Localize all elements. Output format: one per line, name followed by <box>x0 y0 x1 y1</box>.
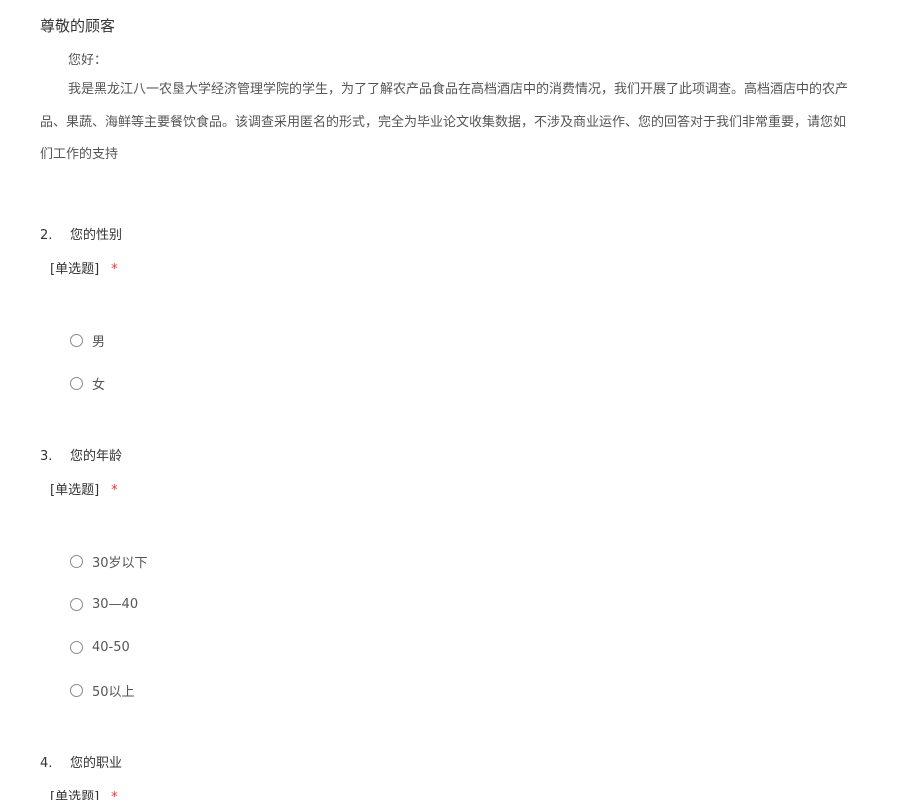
option-label: 女 <box>92 377 106 393</box>
question-type: [单选题] * <box>50 788 118 800</box>
radio-button[interactable] <box>70 683 83 697</box>
question-title: 3. 您的年龄 <box>40 447 122 467</box>
option-age-under-30[interactable]: 30岁以下 <box>70 551 148 571</box>
intro-line-2: 品、果蔬、海鲜等主要餐饮食品。该调查采用匿名的形式，完全为毕业论文收集数据，不涉… <box>40 115 847 130</box>
intro-hello: 您好： <box>68 53 108 68</box>
option-label: 30—40 <box>92 596 139 612</box>
question-number: 3. <box>40 449 53 464</box>
required-mark: * <box>111 262 118 277</box>
option-age-over-50[interactable]: 50以上 <box>70 680 135 700</box>
question-type-label: [单选题] <box>50 790 100 800</box>
intro-line-3: 们工作的支持 <box>40 147 119 162</box>
question-text: 您的职业 <box>70 756 123 771</box>
question-type: [单选题] * <box>50 481 118 501</box>
required-mark: * <box>111 790 118 800</box>
question-title: 4. 您的职业 <box>40 754 122 774</box>
question-type-label: [单选题] <box>50 483 100 498</box>
radio-button[interactable] <box>70 597 83 611</box>
option-age-40-50[interactable]: 40-50 <box>70 637 130 657</box>
radio-button[interactable] <box>70 376 83 390</box>
question-type-label: [单选题] <box>50 262 100 277</box>
question-type: [单选题] * <box>50 260 118 280</box>
question-text: 您的年龄 <box>70 449 123 464</box>
option-female[interactable]: 女 <box>70 373 105 393</box>
option-male[interactable]: 男 <box>70 330 105 350</box>
radio-button[interactable] <box>70 640 83 654</box>
survey-page: 尊敬的顾客 您好： 我是黑龙江八一农垦大学经济管理学院的学生，为了了解农产品食品… <box>0 0 900 800</box>
intro-line-1: 我是黑龙江八一农垦大学经济管理学院的学生，为了了解农产品食品在高档酒店中的消费情… <box>68 82 849 97</box>
option-label: 男 <box>92 334 106 350</box>
option-label: 30岁以下 <box>92 555 148 571</box>
question-number: 2. <box>40 228 53 243</box>
radio-button[interactable] <box>70 554 83 568</box>
required-mark: * <box>111 483 118 498</box>
question-title: 2. 您的性别 <box>40 226 122 246</box>
question-number: 4. <box>40 756 53 771</box>
option-label: 40-50 <box>92 639 130 655</box>
question-text: 您的性别 <box>70 228 123 243</box>
option-age-30-40[interactable]: 30—40 <box>70 594 138 614</box>
radio-button[interactable] <box>70 333 83 347</box>
greeting-title: 尊敬的顾客 <box>40 17 116 35</box>
option-label: 50以上 <box>92 684 135 700</box>
